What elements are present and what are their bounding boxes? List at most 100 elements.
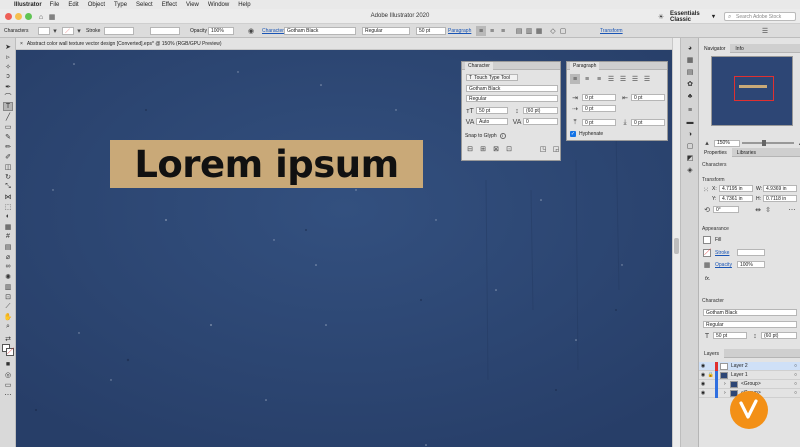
menu-effect[interactable]: Effect (162, 2, 177, 8)
eraser-tool-icon[interactable]: ◫ (3, 162, 13, 171)
left-indent-field[interactable]: 0 pt (582, 94, 616, 101)
rotate-tool-icon[interactable]: ↻ (3, 172, 13, 181)
justify-right-icon[interactable]: ☰ (630, 74, 640, 84)
libraries-tab[interactable]: Libraries (732, 148, 761, 157)
paragraph-align-right-icon[interactable]: ≡ (594, 74, 604, 84)
paragraph-align-left-icon[interactable]: ≡ (570, 74, 580, 84)
align-center-icon[interactable]: ≡ (487, 26, 497, 36)
transparency-panel-icon[interactable]: ◑ (685, 130, 695, 138)
paintbrush-tool-icon[interactable]: ✎ (3, 132, 13, 141)
properties-tab[interactable]: Properties (699, 148, 732, 157)
properties-leading-field[interactable]: (60 pt) (761, 332, 797, 339)
navigator-zoom-field[interactable]: 150% (714, 139, 740, 147)
appearance-stroke-weight-field[interactable] (737, 249, 765, 256)
transform-x-field[interactable]: 4.7195 in (719, 185, 753, 192)
appearance-panel-icon[interactable]: ▢ (685, 142, 695, 150)
stroke-color-icon[interactable]: ／ (6, 348, 14, 356)
lasso-tool-icon[interactable]: ↄ (3, 72, 13, 81)
app-menu[interactable]: Illustrator (14, 2, 42, 8)
lorem-ipsum-text[interactable]: Lorem ipsum (110, 140, 423, 188)
menu-type[interactable]: Type (114, 2, 127, 8)
flip-horizontal-icon[interactable]: ⇹ (753, 205, 763, 215)
menu-window[interactable]: Window (208, 2, 229, 8)
type-tool-icon[interactable]: T (3, 102, 13, 111)
snap-baseline-icon[interactable]: ⊟ (465, 144, 475, 154)
hyphenate-checkbox[interactable]: ✓ (570, 131, 576, 137)
appearance-stroke-link[interactable]: Stroke (715, 250, 729, 256)
properties-style-field[interactable]: Regular (703, 321, 797, 328)
navigator-tab[interactable]: Navigator (699, 44, 731, 53)
menu-select[interactable]: Select (136, 2, 153, 8)
transform-angle-field[interactable]: 0° (713, 206, 739, 213)
target-icon[interactable]: ○ (794, 381, 797, 387)
character-size-field[interactable]: 50 pt (476, 107, 508, 114)
layers-tab[interactable]: Layers (699, 349, 725, 358)
character-style-field[interactable]: Regular (466, 95, 558, 102)
transform-y-field[interactable]: 4.7361 in (719, 195, 753, 202)
hand-tool-icon[interactable]: ✋ (3, 312, 13, 321)
character-font-field[interactable]: Gotham Black (466, 85, 558, 92)
opacity-field[interactable]: 100% (208, 27, 234, 35)
symbols-panel-icon[interactable]: ♣ (685, 92, 695, 100)
paragraph-align-center-icon[interactable]: ≡ (582, 74, 592, 84)
color-guide-icon[interactable]: ▦ (685, 56, 695, 64)
snap-xheight-icon[interactable]: ⊞ (478, 144, 488, 154)
font-family-field[interactable]: Gotham Black (284, 27, 356, 35)
draw-mode-icon[interactable]: ◎ (3, 370, 13, 379)
curvature-tool-icon[interactable]: ⌒ (3, 92, 13, 101)
color-panel-icon[interactable]: ◕ (685, 44, 695, 52)
right-indent-field[interactable]: 0 pt (631, 94, 665, 101)
panel-menu-icon[interactable]: ☰ (760, 26, 770, 36)
info-tab[interactable]: Info (730, 44, 748, 53)
justify-all-icon[interactable]: ☰ (642, 74, 652, 84)
paragraph-link[interactable]: Paragraph (448, 27, 471, 35)
pencil-tool-icon[interactable]: ✏ (3, 142, 13, 151)
arrange-documents-icon[interactable]: ▦ (47, 12, 57, 22)
navigator-view-box[interactable] (734, 76, 774, 101)
first-line-indent-field[interactable]: 0 pt (582, 105, 616, 112)
font-style-field[interactable]: Regular (362, 27, 410, 35)
slice-tool-icon[interactable]: ⟋ (3, 302, 13, 311)
visibility-eye-icon[interactable]: ◉ (699, 381, 707, 387)
scale-tool-icon[interactable]: ⤡ (3, 182, 13, 191)
gradient-panel-icon[interactable]: ▬ (685, 118, 695, 126)
space-after-field[interactable]: 0 pt (631, 119, 665, 126)
screen-mode-icon[interactable]: ▭ (3, 380, 13, 389)
appearance-opacity-field[interactable]: 100% (737, 261, 765, 268)
lock-icon[interactable]: 🔒 (707, 372, 715, 378)
zoom-window-button[interactable] (25, 13, 32, 20)
eyedropper-tool-icon[interactable]: ⌀ (3, 252, 13, 261)
font-size-field[interactable]: 50 pt (416, 27, 446, 35)
color-mode-icon[interactable]: ■ (3, 360, 13, 369)
shear-icon[interactable]: ◇ (548, 26, 558, 36)
snap-anchor-icon[interactable]: ◲ (551, 144, 561, 154)
layers-mini-icon[interactable]: ◈ (685, 166, 695, 174)
stroke-panel-icon[interactable]: ≡ (685, 106, 695, 114)
transform-h-field[interactable]: 0.7118 in (763, 195, 797, 202)
adobe-stock-search[interactable]: ⌕ Search Adobe Stock (724, 12, 796, 21)
artboard-tool-icon[interactable]: ⊡ (3, 292, 13, 301)
menu-file[interactable]: File (50, 2, 60, 8)
shaper-tool-icon[interactable]: ✐ (3, 152, 13, 161)
lightbulb-icon[interactable]: ☀ (656, 12, 666, 22)
touch-type-tool-button[interactable]: T Touch Type Tool (466, 74, 518, 81)
chevron-down-icon[interactable]: ▾ (50, 26, 60, 36)
zoom-tool-icon[interactable]: ⌕ (3, 322, 13, 331)
zoom-in-icon[interactable]: ▲ (796, 138, 800, 148)
variable-width-field[interactable] (150, 27, 180, 35)
flip-vertical-icon[interactable]: ⇳ (763, 205, 773, 215)
transform-w-field[interactable]: 4.9369 in (763, 185, 797, 192)
canvas-vertical-scrollbar[interactable] (672, 38, 680, 447)
character-leading-field[interactable]: (60 pt) (523, 107, 558, 114)
symbol-sprayer-tool-icon[interactable]: ✺ (3, 272, 13, 281)
pen-tool-icon[interactable]: ✒ (3, 82, 13, 91)
appearance-fill-swatch[interactable] (703, 236, 711, 244)
swap-fill-stroke-icon[interactable]: ⇄ (3, 334, 13, 343)
more-options-icon[interactable]: ⋯ (787, 205, 797, 215)
edit-toolbar-icon[interactable]: ⋯ (3, 390, 13, 399)
appearance-stroke-swatch[interactable]: ／ (703, 249, 711, 257)
properties-font-field[interactable]: Gotham Black (703, 309, 797, 316)
width-tool-icon[interactable]: ⋈ (3, 192, 13, 201)
column-graph-tool-icon[interactable]: ▥ (3, 282, 13, 291)
document-tab[interactable]: × Abstract color wall texture vector des… (16, 38, 672, 50)
